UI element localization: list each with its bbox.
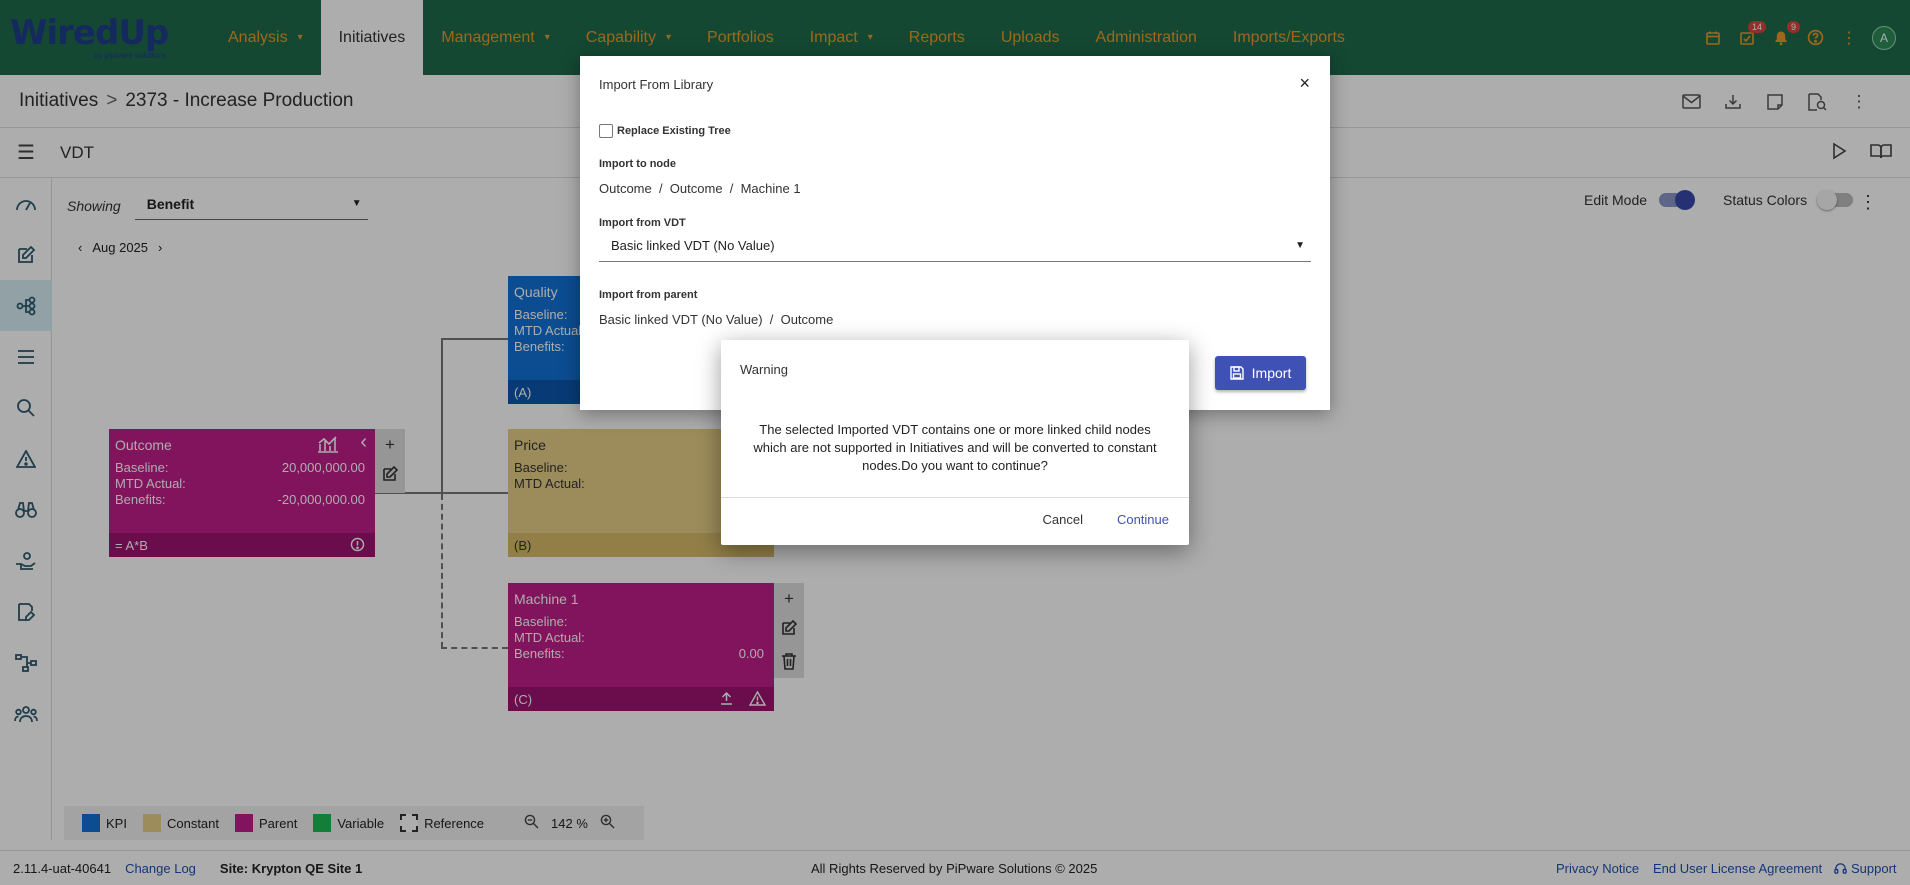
import-from-vdt-value: Basic linked VDT (No Value) bbox=[611, 238, 775, 253]
import-from-parent-label: Import from parent bbox=[599, 289, 698, 301]
import-button-label: Import bbox=[1251, 365, 1292, 381]
import-from-vdt-select[interactable]: Basic linked VDT (No Value) ▼ bbox=[599, 236, 1311, 262]
import-to-path: Outcome / Outcome / Machine 1 bbox=[599, 181, 801, 196]
import-from-parent-path: Basic linked VDT (No Value) / Outcome bbox=[599, 312, 834, 327]
replace-tree-option[interactable]: Replace Existing Tree bbox=[599, 124, 731, 138]
dropdown-caret-icon: ▼ bbox=[1295, 240, 1305, 251]
replace-tree-checkbox[interactable] bbox=[599, 124, 613, 138]
cancel-button[interactable]: Cancel bbox=[1042, 512, 1082, 527]
continue-button[interactable]: Continue bbox=[1117, 512, 1169, 527]
close-icon[interactable]: × bbox=[1299, 73, 1310, 94]
import-button[interactable]: Import bbox=[1215, 356, 1306, 390]
warning-title: Warning bbox=[740, 362, 788, 377]
warning-message: The selected Imported VDT contains one o… bbox=[753, 422, 1157, 473]
import-from-vdt-label: Import from VDT bbox=[599, 217, 686, 229]
save-icon bbox=[1229, 366, 1244, 380]
import-to-label: Import to node bbox=[599, 158, 676, 170]
warning-dialog: Warning The selected Imported VDT contai… bbox=[721, 340, 1189, 545]
warning-actions: Cancel Continue bbox=[1042, 512, 1169, 527]
divider bbox=[721, 497, 1189, 498]
replace-tree-label: Replace Existing Tree bbox=[617, 125, 731, 137]
dialog-title: Import From Library bbox=[599, 77, 714, 92]
